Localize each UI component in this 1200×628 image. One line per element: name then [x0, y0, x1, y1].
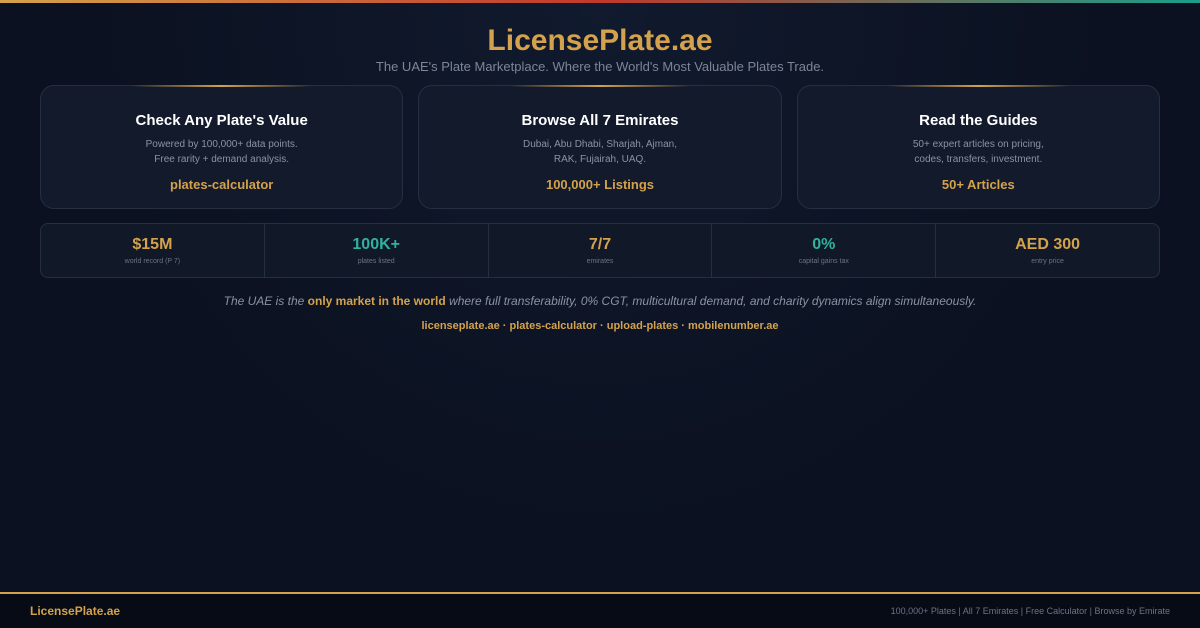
- stats-bar: $15M world record (P 7) 100K+ plates lis…: [40, 223, 1160, 278]
- stat-value: 100K+: [352, 236, 400, 253]
- card-desc-line: RAK, Fujairah, UAQ.: [553, 154, 647, 165]
- card-check-value[interactable]: Check Any Plate's Value Powered by 100,0…: [40, 85, 404, 209]
- stat-label: emirates: [586, 258, 614, 265]
- link-row: licenseplate.ae · plates-calculator · up…: [0, 319, 1200, 333]
- link-plates-calculator[interactable]: plates-calculator: [510, 320, 597, 332]
- link-upload-plates[interactable]: upload-plates: [607, 320, 679, 332]
- stat-label: entry price: [1031, 258, 1064, 265]
- link-separator: ·: [678, 320, 689, 332]
- stat-value: 0%: [812, 236, 836, 253]
- stat-plates-listed: 100K+ plates listed: [263, 224, 488, 277]
- card-link-calculator[interactable]: plates-calculator: [41, 177, 402, 193]
- link-separator: ·: [596, 320, 607, 332]
- link-separator: ·: [499, 320, 510, 332]
- stat-capital-gains: 0% capital gains tax: [711, 224, 935, 277]
- card-browse-emirates[interactable]: Browse All 7 Emirates Dubai, Abu Dhabi, …: [418, 85, 782, 209]
- link-mobilenumber[interactable]: mobilenumber.ae: [688, 320, 778, 332]
- card-desc-line: Dubai, Abu Dhabi, Sharjah, Ajman,: [523, 139, 677, 150]
- stat-emirates: 7/7 emirates: [487, 224, 712, 277]
- stat-value: $15M: [132, 236, 173, 253]
- stat-label: world record (P 7): [124, 258, 181, 265]
- stat-world-record: $15M world record (P 7): [41, 224, 264, 277]
- card-title: Browse All 7 Emirates: [521, 112, 679, 129]
- footer-meta: 100,000+ Plates | All 7 Emirates | Free …: [890, 606, 1170, 616]
- card-description: 50+ expert articles on pricing, codes, t…: [798, 137, 1159, 167]
- card-desc-line: codes, transfers, investment.: [914, 154, 1043, 165]
- card-desc-line: Powered by 100,000+ data points.: [145, 139, 298, 150]
- footer: LicensePlate.ae 100,000+ Plates | All 7 …: [0, 592, 1200, 628]
- card-description: Powered by 100,000+ data points. Free ra…: [41, 137, 402, 167]
- top-accent-bar: [0, 0, 1200, 3]
- market-statement: The UAE is the only market in the world …: [0, 293, 1200, 309]
- card-description: Dubai, Abu Dhabi, Sharjah, Ajman, RAK, F…: [419, 137, 780, 167]
- statement-highlight: only market in the world: [307, 294, 446, 308]
- link-licenseplate[interactable]: licenseplate.ae: [421, 320, 499, 332]
- feature-cards: Check Any Plate's Value Powered by 100,0…: [40, 85, 1160, 209]
- card-read-guides[interactable]: Read the Guides 50+ expert articles on p…: [796, 85, 1160, 209]
- stat-label: plates listed: [357, 258, 395, 265]
- card-link-articles[interactable]: 50+ Articles: [798, 177, 1159, 193]
- stat-entry-price: AED 300 entry price: [935, 224, 1159, 277]
- tagline: The UAE's Plate Marketplace. Where the W…: [375, 59, 825, 74]
- card-desc-line: 50+ expert articles on pricing,: [912, 139, 1044, 150]
- card-link-listings[interactable]: 100,000+ Listings: [419, 177, 780, 193]
- stat-value: AED 300: [1015, 236, 1081, 253]
- card-desc-line: Free rarity + demand analysis.: [154, 154, 290, 165]
- card-title: Read the Guides: [919, 112, 1038, 129]
- card-title: Check Any Plate's Value: [135, 112, 308, 129]
- stat-value: 7/7: [588, 236, 612, 253]
- statement-after: where full transferability, 0% CGT, mult…: [445, 294, 977, 308]
- footer-brand[interactable]: LicensePlate.ae: [30, 604, 120, 618]
- statement-before: The UAE is the: [223, 294, 308, 308]
- header: LicensePlate.ae The UAE's Plate Marketpl…: [0, 24, 1200, 75]
- stat-label: capital gains tax: [798, 258, 849, 265]
- site-title[interactable]: LicensePlate.ae: [0, 24, 1200, 58]
